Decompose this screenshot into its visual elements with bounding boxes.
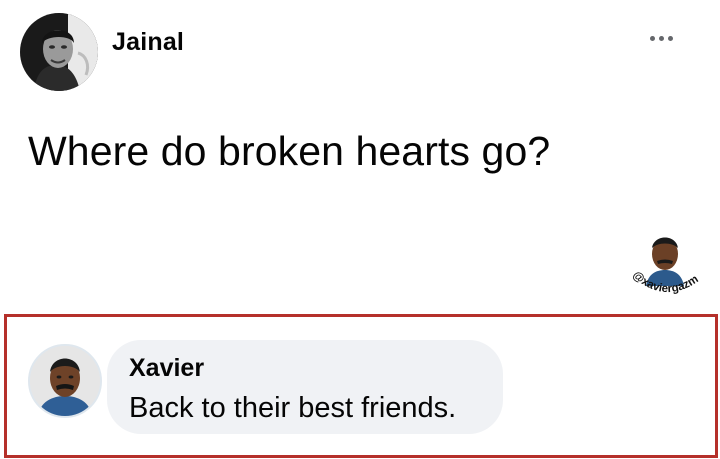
post-header: Jainal: [0, 0, 720, 100]
more-horizontal-icon-dot: [667, 35, 673, 41]
more-horizontal-icon: [649, 35, 655, 41]
poster-avatar[interactable]: [20, 13, 98, 91]
commenter-avatar-image: [30, 346, 100, 416]
poster-avatar-image: [20, 13, 98, 91]
poster-name[interactable]: Jainal: [112, 28, 184, 57]
watermark-portrait: @xaviergazm: [630, 237, 701, 295]
commenter-avatar[interactable]: [28, 344, 102, 418]
comment-bubble[interactable]: Xavier Back to their best friends.: [107, 340, 503, 434]
comment-highlight-frame: Xavier Back to their best friends.: [4, 314, 718, 458]
commenter-name[interactable]: Xavier: [129, 354, 204, 383]
more-options-button[interactable]: [641, 24, 681, 52]
watermark: @xaviergazm: [626, 230, 704, 304]
more-horizontal-icon-dot: [658, 35, 664, 41]
comment-text: Back to their best friends.: [129, 392, 457, 424]
post-text: Where do broken hearts go?: [28, 128, 551, 174]
